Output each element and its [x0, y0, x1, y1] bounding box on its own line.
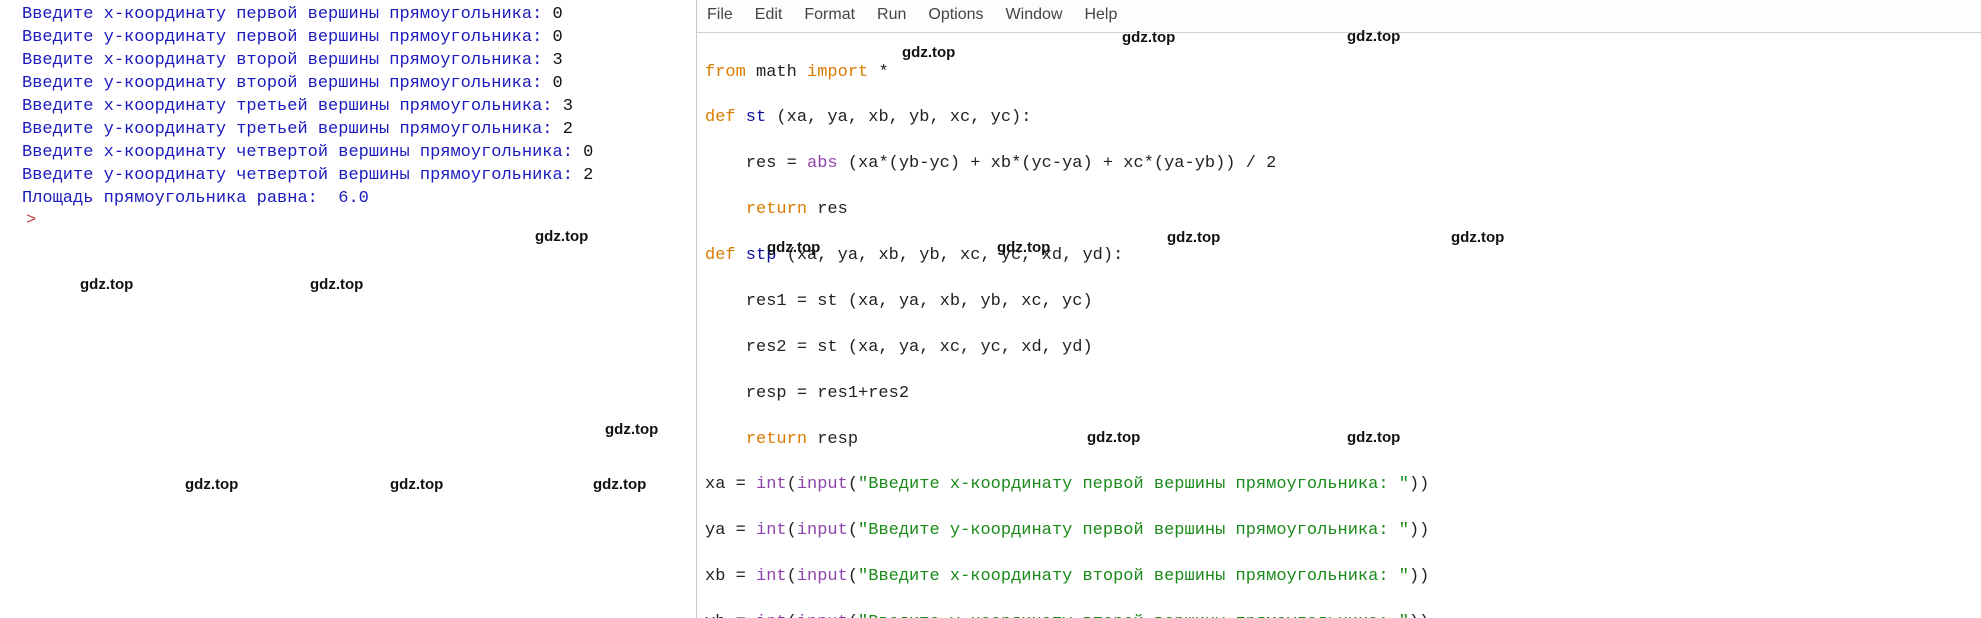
- editor-menubar: File Edit Format Run Options Window Help: [697, 0, 1981, 33]
- code-line: return resp: [705, 429, 1973, 452]
- menu-edit[interactable]: Edit: [755, 4, 783, 26]
- code-line: from math import *: [705, 62, 1973, 85]
- shell-output-line: Введите у-координату четвертой вершины п…: [22, 165, 690, 188]
- menu-help[interactable]: Help: [1084, 4, 1117, 26]
- menu-run[interactable]: Run: [877, 4, 906, 26]
- watermark: gdz.top: [185, 475, 238, 495]
- shell-output-line: Введите у-координату второй вершины прям…: [22, 73, 690, 96]
- code-editor[interactable]: from math import * def st (xa, ya, xb, y…: [697, 33, 1981, 618]
- shell-output-line: Введите х-координату второй вершины прям…: [22, 50, 690, 73]
- menu-window[interactable]: Window: [1006, 4, 1063, 26]
- python-editor-pane: File Edit Format Run Options Window Help…: [697, 0, 1981, 618]
- code-line: return res: [705, 199, 1973, 222]
- watermark: gdz.top: [310, 275, 363, 295]
- code-line: def stp (xa, ya, xb, yb, xc, yc, xd, yd)…: [705, 245, 1973, 268]
- watermark: gdz.top: [80, 275, 133, 295]
- menu-format[interactable]: Format: [804, 4, 855, 26]
- code-line: res = abs (xa*(yb-yc) + xb*(yc-ya) + xc*…: [705, 153, 1973, 176]
- shell-prompt[interactable]: >: [26, 210, 36, 233]
- shell-output-line: Введите х-координату третьей вершины пря…: [22, 96, 690, 119]
- shell-output-line: Введите у-координату третьей вершины пря…: [22, 119, 690, 142]
- code-line: xb = int(input("Введите х-координату вто…: [705, 566, 1973, 589]
- result-value: 6.0: [338, 189, 369, 208]
- shell-output-line: Введите х-координату четвертой вершины п…: [22, 142, 690, 165]
- python-shell-pane[interactable]: Введите х-координату первой вершины прям…: [0, 0, 697, 618]
- code-line: def st (xa, ya, xb, yb, xc, yc):: [705, 107, 1973, 130]
- code-line: xa = int(input("Введите х-координату пер…: [705, 474, 1973, 497]
- code-line: res1 = st (xa, ya, xb, yb, xc, yc): [705, 291, 1973, 314]
- shell-output-line: Введите у-координату первой вершины прям…: [22, 27, 690, 50]
- code-line: resp = res1+res2: [705, 383, 1973, 406]
- menu-options[interactable]: Options: [928, 4, 983, 26]
- code-line: ya = int(input("Введите у-координату пер…: [705, 520, 1973, 543]
- shell-result-line: Площадь прямоугольника равна: 6.0: [22, 188, 690, 211]
- watermark: gdz.top: [605, 420, 658, 440]
- watermark: gdz.top: [593, 475, 646, 495]
- code-line: res2 = st (xa, ya, xc, yc, xd, yd): [705, 337, 1973, 360]
- menu-file[interactable]: File: [707, 4, 733, 26]
- watermark: gdz.top: [390, 475, 443, 495]
- result-label: Площадь прямоугольника равна:: [22, 189, 338, 208]
- code-line: yb = int(input("Введите у-координату вто…: [705, 612, 1973, 618]
- watermark: gdz.top: [902, 43, 955, 63]
- shell-output-line: Введите х-координату первой вершины прям…: [22, 4, 690, 27]
